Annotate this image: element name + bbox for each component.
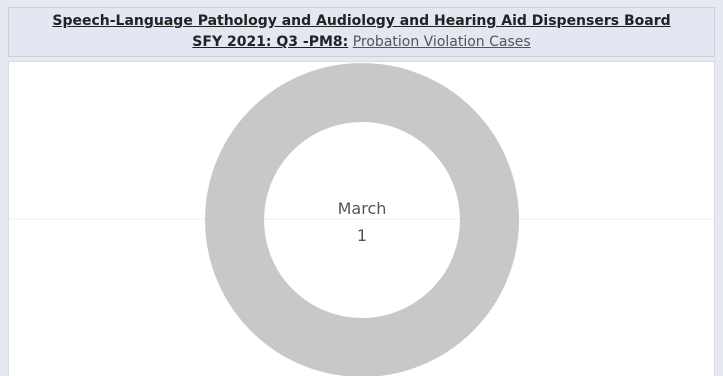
dashboard-header: Speech-Language Pathology and Audiology …	[8, 7, 715, 57]
center-label-value: 1	[357, 226, 367, 245]
report-subject: Probation Violation Cases	[352, 34, 531, 50]
donut-slices	[205, 63, 519, 376]
donut-slice-march[interactable]	[205, 63, 519, 376]
center-label-category: March	[338, 199, 387, 218]
donut-chart: March 1	[9, 63, 714, 376]
board-title: Speech-Language Pathology and Audiology …	[52, 13, 671, 29]
dashboard-frame: Speech-Language Pathology and Audiology …	[0, 0, 723, 376]
report-subtitle: SFY 2021: Q3 -PM8: Probation Violation C…	[9, 33, 714, 51]
report-period: SFY 2021: Q3 -PM8:	[192, 34, 349, 50]
chart-panel: March 1	[8, 61, 715, 376]
